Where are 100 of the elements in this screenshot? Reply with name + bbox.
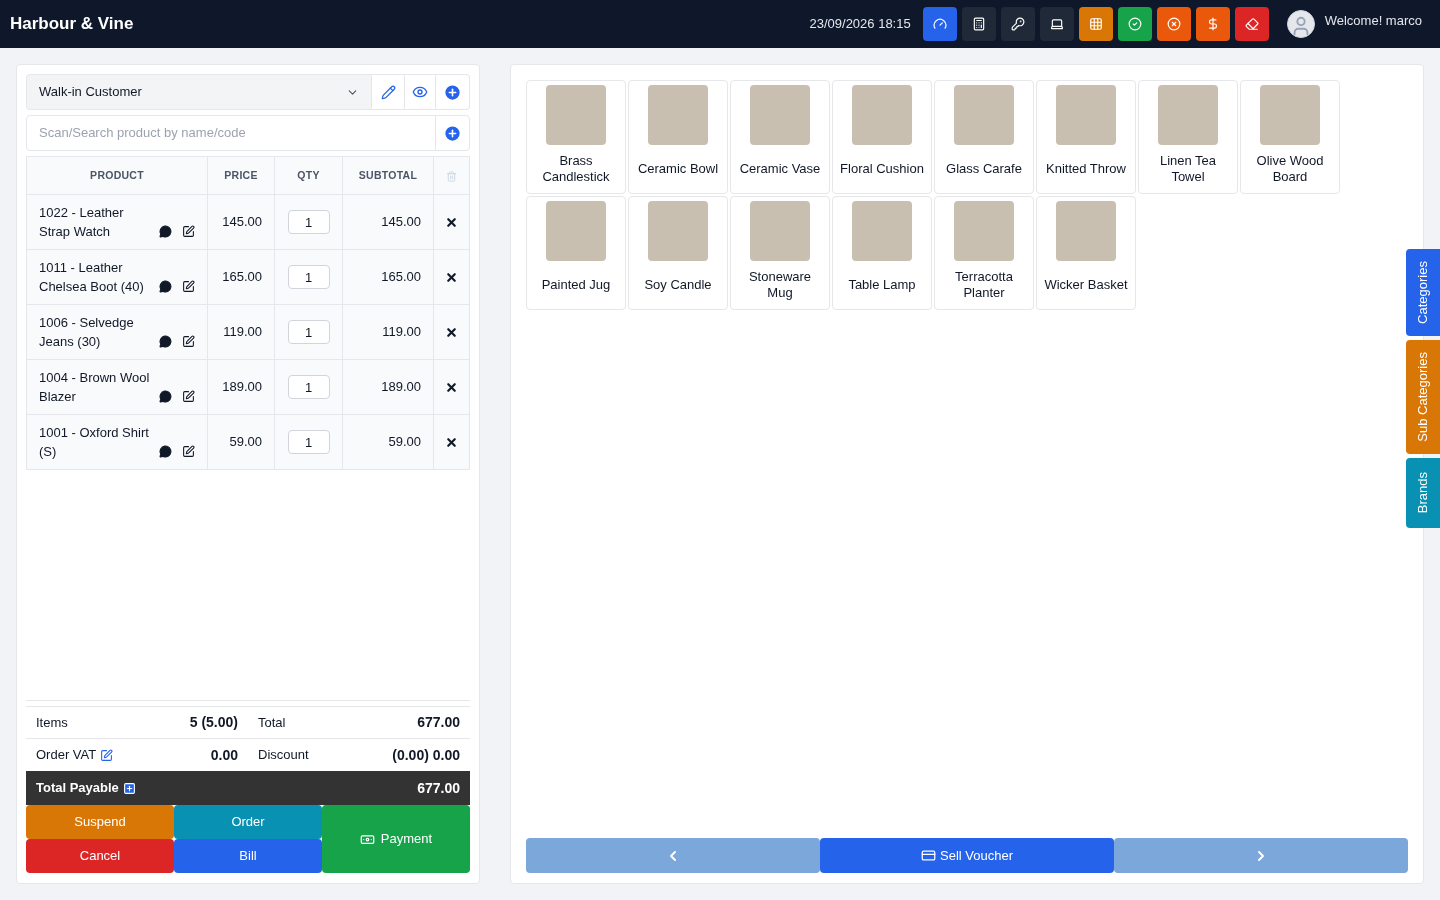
photo-placeholder [1158,85,1218,145]
cancel-button[interactable]: Cancel [26,839,174,873]
avatar-icon [1286,10,1315,38]
grid-icon [1088,17,1103,31]
photo-placeholder [852,85,912,145]
comment-icon[interactable] [159,390,172,403]
side-tab[interactable]: Categories [1406,249,1440,336]
remove-icon[interactable] [445,271,458,285]
quantity-field[interactable]: 1 [287,265,330,289]
pencil-icon [380,84,396,100]
remove-icon[interactable] [445,436,458,450]
toolbar-button[interactable] [961,7,996,41]
product-label: Terracotta Planter [954,269,1014,301]
edit-customer-button[interactable] [372,74,404,110]
trash-icon [446,170,457,182]
photo-placeholder [648,201,708,261]
column-header: QTY [274,156,343,195]
subtotal-cell: 165.00 [342,249,434,305]
photo-placeholder [750,85,810,145]
product-tile[interactable]: Terracotta Planter [934,196,1034,310]
quantity-field[interactable]: 1 [287,210,330,234]
toolbar-button[interactable] [1000,7,1035,41]
product-tile[interactable]: Stoneware Mug [730,196,830,310]
comment-icon[interactable] [159,280,172,293]
remove-icon[interactable] [445,326,458,340]
product-tile[interactable]: Floral Cushion [832,80,932,194]
subtotal-cell: 189.00 [342,359,434,415]
card-icon [921,848,936,863]
toolbar-button[interactable] [1039,7,1074,41]
bill-button[interactable]: Bill [174,839,322,873]
product-label: Soy Candle [644,277,712,293]
comment-icon[interactable] [159,225,172,238]
photo-placeholder [1260,85,1320,145]
column-header: PRICE [207,156,275,195]
order-button[interactable]: Order [174,805,322,839]
product-tile[interactable]: Painted Jug [526,196,626,310]
edit-icon[interactable] [182,335,195,348]
product-tile[interactable]: Ceramic Bowl [628,80,728,194]
product-label: Ceramic Bowl [637,161,719,177]
product-tile[interactable]: Knitted Throw [1036,80,1136,194]
product-name: 1022 - Leather Strap Watch [39,204,125,241]
product-tile[interactable]: Glass Carafe [934,80,1034,194]
sell-voucher-button[interactable]: Sell Voucher [820,838,1114,873]
laptop-icon [1049,17,1064,31]
customer-select[interactable]: Walk-in Customer [26,74,372,110]
key-icon [1010,17,1025,31]
product-tile[interactable]: Olive Wood Board [1240,80,1340,194]
product-label: Olive Wood Board [1255,153,1325,185]
date-time: 23/09/2026 18:15 [809,15,911,34]
product-tile[interactable]: Linen Tea Towel [1138,80,1238,194]
quantity-field[interactable]: 1 [287,430,330,454]
items-label: Items [36,713,68,732]
price-cell: 145.00 [207,194,275,250]
product-label: Floral Cushion [840,161,924,177]
toolbar-button[interactable] [1078,7,1113,41]
remove-icon[interactable] [445,381,458,395]
items-value: 5 (5.00) [189,713,238,732]
product-tile[interactable]: Wicker Basket [1036,196,1136,310]
edit-icon[interactable] [182,280,195,293]
product-tile[interactable]: Brass Candlestick [526,80,626,194]
side-tab[interactable]: Brands [1406,457,1440,528]
price-cell: 59.00 [207,414,275,470]
toolbar-button[interactable] [1156,7,1191,41]
comment-icon[interactable] [159,335,172,348]
gauge-icon [932,17,947,31]
check-icon [1127,17,1142,31]
photo-placeholder [1056,85,1116,145]
product-tile[interactable]: Table Lamp [832,196,932,310]
quantity-field[interactable]: 1 [287,375,330,399]
product-label: Table Lamp [848,277,916,293]
comment-icon[interactable] [159,445,172,458]
view-customer-button[interactable] [404,74,436,110]
price-cell: 119.00 [207,304,275,360]
eraser-icon [1244,17,1259,31]
toolbar-button[interactable] [1234,7,1269,41]
product-label: Stoneware Mug [747,269,813,301]
photo-placeholder [546,85,606,145]
product-name: 1011 - Leather Chelsea Boot (40) [39,259,145,296]
toolbar-button[interactable] [1195,7,1230,41]
total-label: Total [258,713,286,732]
plus-icon[interactable] [122,781,136,795]
toolbar-button[interactable] [922,7,957,41]
add-customer-button[interactable] [436,74,470,110]
product-tile[interactable]: Soy Candle [628,196,728,310]
product-name: 1006 - Selvedge Jeans (30) [39,314,135,351]
subtotal-cell: 145.00 [342,194,434,250]
subtotal-cell: 119.00 [342,304,434,360]
toolbar-button[interactable] [1117,7,1152,41]
quantity-field[interactable]: 1 [287,320,330,344]
remove-icon[interactable] [445,216,458,230]
edit-icon[interactable] [182,445,195,458]
plus-icon [443,82,462,102]
photo-placeholder [648,85,708,145]
eye-icon [412,84,428,100]
edit-icon[interactable] [182,390,195,403]
brand-name: Harbour & Vine [10,13,134,36]
edit-icon[interactable] [182,225,195,238]
product-label: Knitted Throw [1046,161,1126,177]
product-name: 1004 - Brown Wool Blazer [39,369,151,406]
product-tile[interactable]: Ceramic Vase [730,80,830,194]
